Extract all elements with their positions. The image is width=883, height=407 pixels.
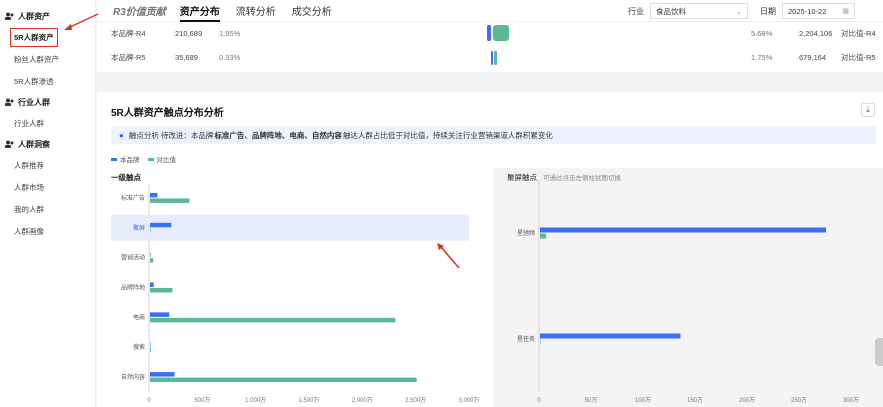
annotation-layer (64, 13, 460, 269)
scroll-handle[interactable] (875, 338, 883, 366)
arrowhead-icon (64, 24, 72, 30)
annotation-arrow-chart (440, 246, 460, 269)
annotation-arrow-sidebar (67, 13, 99, 29)
